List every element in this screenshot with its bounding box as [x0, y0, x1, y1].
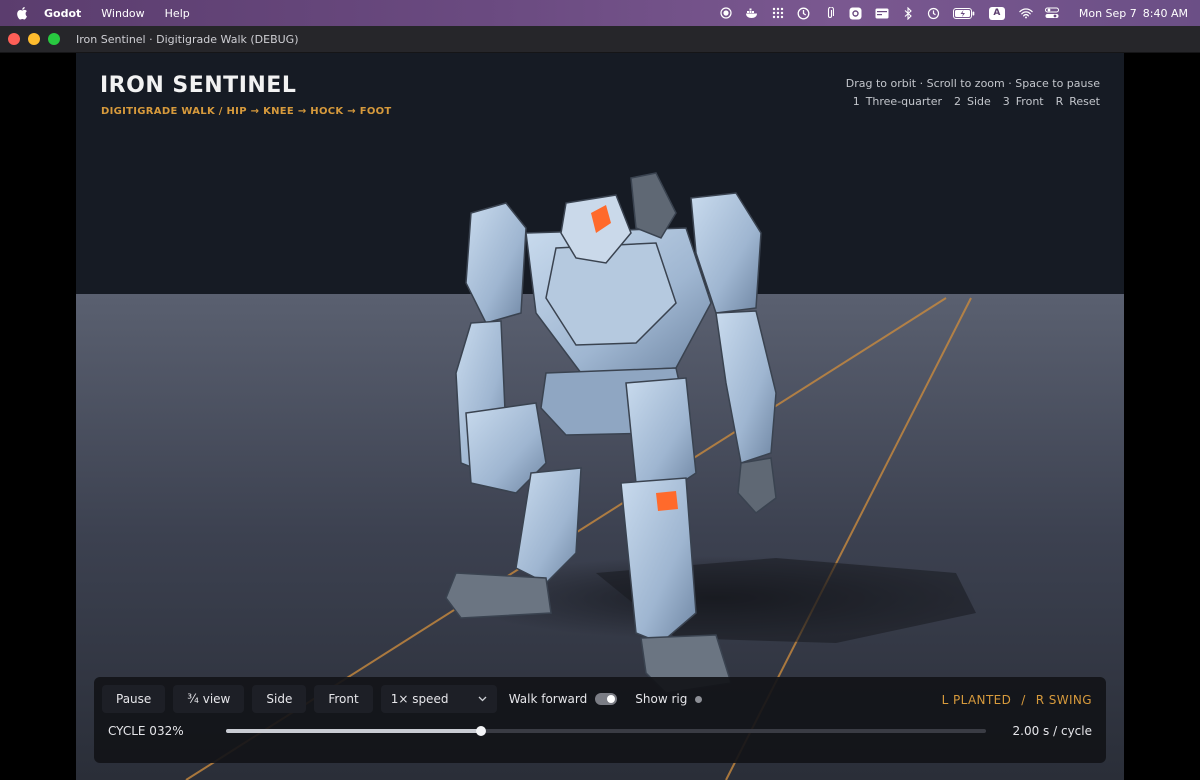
speed-select[interactable]: 1× speed — [380, 685, 497, 713]
cycle-rate-label: 2.00 s / cycle — [1012, 724, 1092, 738]
cycle-row: CYCLE 032% 2.00 s / cycle — [108, 721, 1092, 741]
menu-help[interactable]: Help — [165, 7, 190, 20]
menu-app-godot[interactable]: Godot — [44, 7, 81, 20]
control-panel: Pause ¾ view Side Front 1× speed Walk fo… — [94, 677, 1106, 763]
hud-key-reset: R Reset — [1055, 95, 1100, 108]
hud-help-text: Drag to orbit · Scroll to zoom · Space t… — [845, 77, 1100, 90]
cycle-scrubber-fill — [226, 729, 482, 733]
hud-title: IRON SENTINEL — [100, 73, 297, 98]
apple-icon[interactable] — [16, 6, 30, 20]
leg-state-separator: / — [1021, 693, 1026, 707]
history-icon[interactable] — [927, 6, 941, 20]
paperclip-icon[interactable] — [823, 6, 837, 20]
clock-time: 8:40 AM — [1142, 6, 1188, 20]
window-title: Iron Sentinel · Digitigrade Walk (DEBUG) — [76, 32, 299, 46]
show-rig-toggle[interactable]: Show rig — [635, 692, 703, 706]
hud-key-front: 3 Front — [1002, 95, 1044, 108]
battery-icon[interactable] — [952, 6, 975, 20]
pause-button[interactable]: Pause — [102, 685, 166, 713]
hud-key-three-quarter: 1 Three-quarter — [852, 95, 942, 108]
hud-subtitle: DIGITIGRADE WALK / HIP → KNEE → HOCK → F… — [101, 106, 392, 117]
menu-window[interactable]: Window — [101, 7, 144, 20]
scene-render — [76, 53, 1124, 780]
docker-icon[interactable] — [745, 6, 759, 20]
control-center-icon[interactable] — [1044, 6, 1059, 20]
walk-forward-label: Walk forward — [508, 692, 588, 706]
hud-key-side: 2 Side — [953, 95, 991, 108]
bluetooth-icon[interactable] — [901, 6, 915, 20]
zoom-window-button[interactable] — [48, 33, 60, 45]
minimize-window-button[interactable] — [28, 33, 40, 45]
side-view-button[interactable]: Side — [252, 685, 307, 713]
cloud-icon[interactable] — [797, 6, 811, 20]
front-view-button[interactable]: Front — [314, 685, 373, 713]
right-leg-state: R SWING — [1035, 693, 1092, 707]
speed-select-value: 1× speed — [390, 692, 449, 706]
chevron-down-icon — [478, 696, 487, 702]
leg-state-readout: L PLANTED / R SWING — [942, 693, 1092, 707]
mech-right-thigh — [625, 377, 697, 494]
show-rig-label: Show rig — [635, 692, 688, 706]
menu-clock[interactable]: Mon Sep 7 8:40 AM — [1073, 7, 1188, 20]
card-icon[interactable] — [875, 6, 889, 20]
input-source-indicator[interactable]: A — [988, 6, 1005, 20]
clock-date: Mon Sep 7 — [1078, 6, 1137, 20]
three-quarter-view-button[interactable]: ¾ view — [173, 685, 245, 713]
show-rig-indicator[interactable] — [695, 695, 703, 703]
cycle-scrubber[interactable] — [226, 726, 986, 736]
walk-forward-toggle[interactable]: Walk forward — [509, 692, 618, 706]
walk-forward-switch[interactable] — [595, 693, 618, 705]
wifi-icon[interactable] — [1019, 6, 1033, 20]
window-titlebar[interactable]: Iron Sentinel · Digitigrade Walk (DEBUG) — [0, 26, 1200, 53]
gear-icon[interactable] — [849, 6, 863, 20]
left-leg-state: L PLANTED — [941, 693, 1012, 707]
record-icon[interactable] — [719, 6, 733, 20]
grid-icon[interactable] — [771, 6, 785, 20]
mech-left-foot — [445, 572, 552, 619]
control-row: Pause ¾ view Side Front 1× speed Walk fo… — [102, 685, 720, 713]
status-area: A Mon Sep 7 8:40 AM — [713, 6, 1200, 20]
hud-view-keys: 1 Three-quarter 2 Side 3 Front R Reset — [853, 95, 1100, 108]
switch-knob — [607, 695, 616, 703]
game-window: Iron Sentinel · Digitigrade Walk (DEBUG) — [0, 26, 1200, 780]
menu-bar: Godot Window Help A Mon Sep 7 8:40 AM — [0, 0, 1200, 26]
close-window-button[interactable] — [8, 33, 20, 45]
game-viewport[interactable]: IRON SENTINEL DIGITIGRADE WALK / HIP → K… — [76, 53, 1124, 780]
cycle-percent-label: CYCLE 032% — [108, 724, 184, 738]
cycle-scrubber-thumb[interactable] — [476, 726, 487, 736]
window-controls — [8, 33, 60, 45]
mech-knee-emblem — [656, 491, 678, 511]
